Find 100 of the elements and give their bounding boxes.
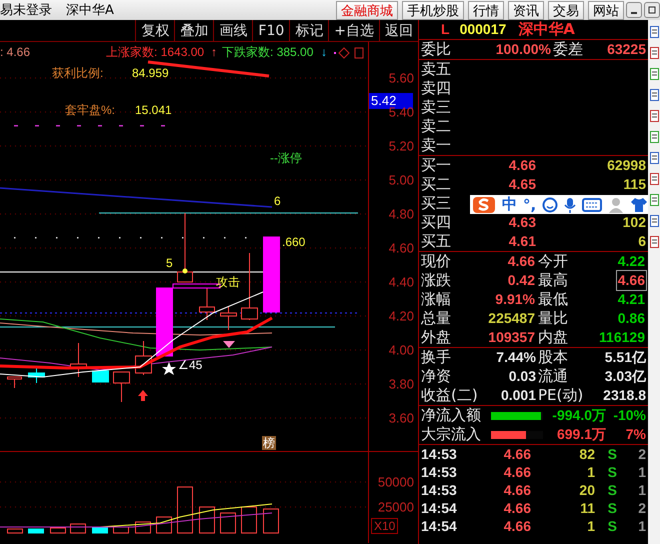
ask-label: 卖一 <box>420 136 452 155</box>
window-title: 深中华A <box>66 2 114 19</box>
chart-annotation: 攻击 <box>216 275 240 290</box>
stat-value: 5.51亿 <box>604 348 646 367</box>
trade-price: 4.66 <box>502 517 531 536</box>
volume-bar <box>28 528 44 534</box>
stat-value: 2318.8 <box>602 386 646 405</box>
nav-button[interactable]: 手机炒股 <box>402 0 464 20</box>
candlestick <box>199 288 215 320</box>
nav-button[interactable]: 金融商城 <box>336 0 398 20</box>
axis-label: 4.20 <box>388 308 414 324</box>
volume-bar <box>199 506 215 534</box>
axis-label: 4.40 <box>388 274 414 290</box>
stat-value: 4.21 <box>616 290 646 309</box>
stat-label: 换手 <box>420 348 452 367</box>
ratio-value: 100.00% <box>494 40 551 59</box>
nav-button[interactable]: 交易 <box>548 0 584 20</box>
trade-volume: 11 <box>579 499 595 518</box>
ask-label: 卖四 <box>420 79 452 98</box>
stat-value: 7.44% <box>495 348 536 367</box>
price-point <box>182 268 188 274</box>
star-icon <box>162 362 176 375</box>
restore-icon <box>648 6 656 14</box>
volume-bar <box>50 528 66 534</box>
document-icon[interactable] <box>650 131 658 143</box>
stat-value: 109357 <box>487 328 536 347</box>
stat-value: 0.03 <box>508 367 536 386</box>
trade-volume: 1 <box>586 463 595 482</box>
document-icon[interactable] <box>650 89 658 101</box>
down-arrow: ↓ <box>321 45 327 60</box>
chart-annotation: ∠45 <box>178 358 202 373</box>
trade-side: S <box>606 445 617 464</box>
market-flag-label: L <box>441 20 450 39</box>
nav-button[interactable]: 资讯 <box>508 0 544 20</box>
row-label: 委差 <box>552 40 584 59</box>
trade-count: 1 <box>637 463 646 482</box>
document-icon[interactable] <box>650 173 658 185</box>
smiley-icon[interactable] <box>542 196 558 212</box>
document-icon[interactable] <box>650 110 658 122</box>
ask-label: 卖二 <box>420 117 452 136</box>
stat-label: 净资 <box>420 367 452 386</box>
document-icon[interactable] <box>650 194 658 206</box>
candlestick <box>113 372 130 402</box>
trade-time: 14:53 <box>420 481 458 500</box>
restore-button[interactable] <box>644 2 660 18</box>
stat-label: 内盘 <box>537 328 569 347</box>
bid-label: 买四 <box>420 213 452 232</box>
microphone-icon[interactable] <box>564 196 576 212</box>
bid-price: 4.63 <box>508 213 536 232</box>
volume-bar <box>70 524 86 534</box>
bid-label: 买二 <box>420 175 452 194</box>
nav-button[interactable]: 网站 <box>588 0 624 20</box>
candlestick <box>156 288 173 356</box>
document-icon[interactable] <box>650 47 658 59</box>
profit-ratio-value: 84.959 <box>132 66 169 81</box>
nav-button[interactable]: 行情 <box>468 0 504 20</box>
stat-label: 最高 <box>537 271 569 290</box>
volume-bar <box>7 528 23 534</box>
minimize-button[interactable] <box>626 2 642 18</box>
document-icon[interactable] <box>650 68 658 80</box>
trade-price: 4.66 <box>502 481 531 500</box>
document-icon[interactable] <box>650 26 658 38</box>
stat-value: 0.001 <box>500 386 536 405</box>
document-icon[interactable] <box>650 215 658 227</box>
axis-label: 50000 <box>378 474 414 490</box>
trapped-ratio-value: 15.041 <box>135 103 172 118</box>
axis-label: 5.60 <box>388 70 414 86</box>
bid-volume: 115 <box>622 175 646 194</box>
document-icon[interactable] <box>650 236 658 248</box>
candlestick <box>241 252 258 320</box>
trade-count: 1 <box>637 481 646 500</box>
axis-label: 5.00 <box>388 172 414 188</box>
login-status: 易未登录 <box>0 2 52 19</box>
volume-bar <box>220 512 236 534</box>
ranking-badge: 榜 <box>262 436 276 450</box>
chart-annotation: 5 <box>166 256 173 271</box>
document-icon[interactable] <box>650 152 658 164</box>
stock-code: 000017 <box>460 20 506 39</box>
trade-count: 2 <box>637 445 646 464</box>
bid-label: 买五 <box>420 232 452 251</box>
shirt-icon[interactable] <box>630 196 648 212</box>
candlestick <box>28 368 45 384</box>
candlestick <box>92 370 109 382</box>
up-arrow: ↑ <box>211 45 217 60</box>
stat-value: 9.91% <box>494 290 536 309</box>
volume-bar <box>135 522 151 534</box>
stat-value: 4.66 <box>616 271 646 290</box>
axis-label: 25000 <box>378 500 414 514</box>
punctuation-toggle[interactable]: °, <box>522 196 536 214</box>
volume-bar <box>113 526 129 534</box>
candlestick <box>135 340 152 376</box>
input-mode-toggle[interactable]: 中 <box>502 195 517 214</box>
keyboard-icon[interactable] <box>582 198 602 212</box>
stat-value: 3.03亿 <box>604 367 646 386</box>
bid-volume: 6 <box>637 232 646 251</box>
up-arrow-icon <box>138 390 148 401</box>
candlestick <box>220 306 237 330</box>
profit-ratio-label: 获利比例: <box>52 66 104 81</box>
trade-count: 1 <box>637 517 646 536</box>
price-tag: 5.42 <box>369 93 413 109</box>
